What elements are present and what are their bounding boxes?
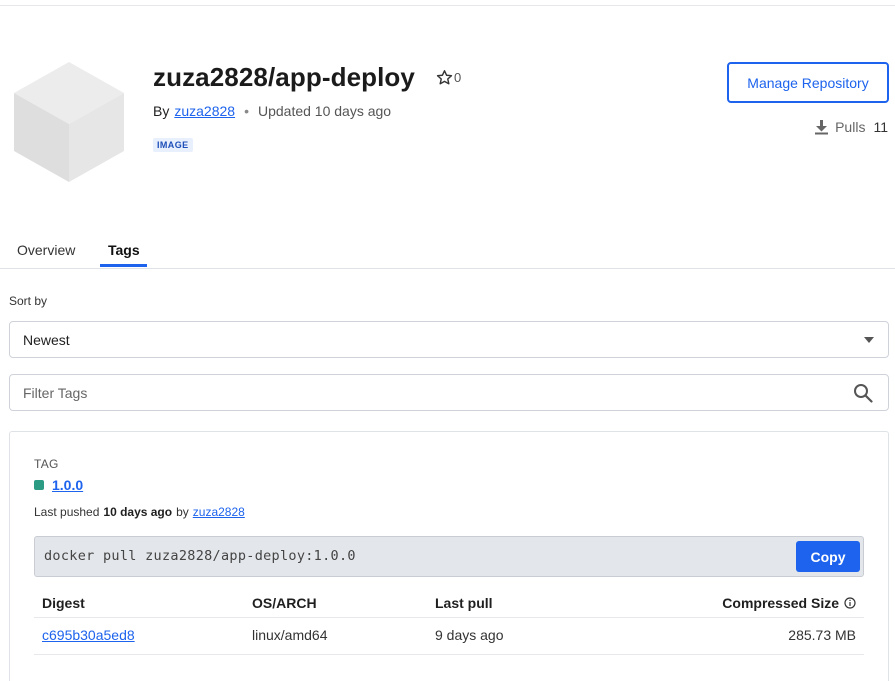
star-button[interactable]: 0	[436, 69, 461, 86]
tab-tags[interactable]: Tags	[108, 242, 140, 258]
separator-dot: •	[244, 103, 249, 119]
updated-text: Updated 10 days ago	[257, 103, 392, 119]
image-badge: IMAGE	[153, 138, 193, 152]
repo-title: zuza2828/app-deploy	[153, 62, 415, 92]
star-count: 0	[454, 70, 462, 85]
sort-selected-value: Newest	[23, 331, 70, 348]
tag-status-dot	[34, 480, 44, 490]
pushed-by-link[interactable]: zuza2828	[193, 505, 245, 519]
table-header: Digest OS/ARCH Last pull Compressed Size	[34, 586, 864, 618]
column-header-digest: Digest	[42, 595, 85, 611]
tab-overview[interactable]: Overview	[17, 242, 75, 258]
filter-box	[9, 374, 889, 411]
pull-command-box: docker pull zuza2828/app-deploy:1.0.0 Co…	[34, 536, 864, 577]
byline: By zuza2828 • Updated 10 days ago	[153, 103, 391, 119]
filter-tags-input[interactable]	[23, 375, 823, 410]
pushed-when: 10 days ago	[103, 505, 173, 519]
copy-button[interactable]: Copy	[796, 541, 860, 572]
column-header-last-pull: Last pull	[435, 595, 493, 611]
column-header-compressed-size: Compressed Size	[722, 595, 856, 611]
table-row: c695b30a5ed8 linux/amd64 9 days ago 285.…	[34, 618, 864, 655]
last-pull-cell: 9 days ago	[435, 627, 504, 643]
manage-repository-button[interactable]: Manage Repository	[727, 62, 889, 103]
column-header-os-arch: OS/ARCH	[252, 595, 317, 611]
pull-command-text[interactable]: docker pull zuza2828/app-deploy:1.0.0	[44, 548, 356, 564]
pushed-by-label: by	[176, 505, 189, 519]
sort-label: Sort by	[9, 294, 48, 308]
pulls-stat: Pulls 11	[814, 119, 888, 135]
digest-link[interactable]: c695b30a5ed8	[42, 627, 135, 643]
owner-link[interactable]: zuza2828	[174, 103, 235, 119]
compressed-size-label: Compressed Size	[722, 595, 839, 611]
info-icon[interactable]	[844, 597, 856, 609]
star-icon	[436, 70, 453, 85]
pulls-label: Pulls	[835, 119, 866, 135]
cube-icon	[14, 62, 124, 182]
top-divider	[0, 5, 895, 6]
by-label: By	[153, 103, 170, 119]
digest-cell: c695b30a5ed8	[42, 627, 135, 643]
active-tab-indicator	[100, 264, 147, 267]
sort-select[interactable]: Newest	[9, 321, 889, 358]
tag-section-label: TAG	[34, 457, 59, 471]
size-cell: 285.73 MB	[788, 627, 856, 643]
pushed-prefix: Last pushed	[34, 505, 100, 519]
pulls-count: 11	[873, 119, 888, 135]
tag-name-link[interactable]: 1.0.0	[52, 477, 83, 493]
tag-row: 1.0.0	[34, 477, 83, 493]
os-arch-cell: linux/amd64	[252, 627, 328, 643]
last-pushed-info: Last pushed 10 days ago by zuza2828	[34, 505, 245, 519]
caret-down-icon	[864, 337, 874, 343]
download-icon	[815, 120, 829, 135]
search-icon[interactable]	[853, 383, 873, 403]
